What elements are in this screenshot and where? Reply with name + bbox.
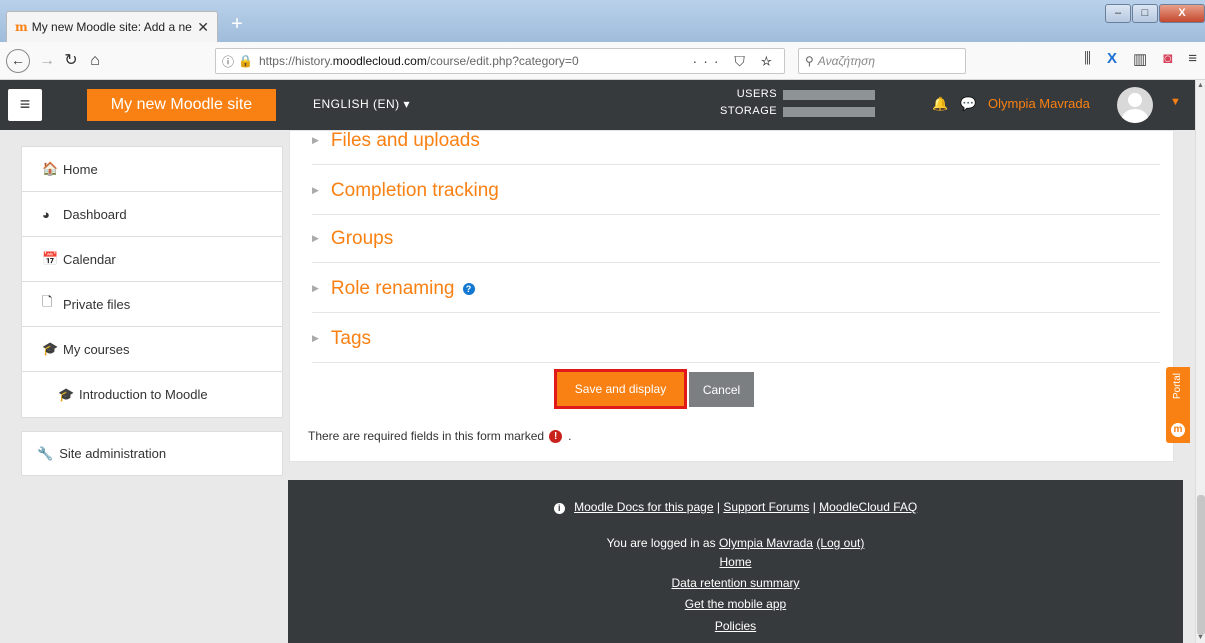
support-forums-link[interactable]: Support Forums (723, 500, 809, 514)
extension-x-icon[interactable]: X (1107, 50, 1117, 68)
page-scrollbar[interactable]: ▲ ▼ (1195, 80, 1205, 643)
header-icons: 🔔 💬 (932, 96, 976, 112)
menu-icon[interactable]: ≡ (1188, 50, 1197, 68)
new-tab-icon[interactable]: + (226, 13, 248, 35)
moodle-docs-link[interactable]: Moodle Docs for this page (574, 500, 713, 514)
page-footer: i Moodle Docs for this page | Support Fo… (288, 480, 1183, 643)
caret-right-icon: ▶ (312, 283, 319, 293)
nav-item-site-administration[interactable]: 🔧 Site administration (21, 431, 283, 476)
sidebar-icon[interactable]: ▥ (1133, 50, 1147, 68)
help-icon[interactable]: ? (462, 282, 475, 295)
section-files-and-uploads[interactable]: ▶ Files and uploads (312, 117, 1160, 165)
data-retention-link[interactable]: Data retention summary (671, 576, 799, 590)
footer-help-links: i Moodle Docs for this page | Support Fo… (288, 500, 1183, 514)
drawer-toggle-button[interactable]: ≡ (8, 89, 42, 121)
usage-meters: USERS STORAGE (720, 86, 876, 120)
nav-drawer: 🏠 Home ◕ Dashboard 📅 Calendar 🗋 Private file… (21, 146, 283, 418)
storage-bar (783, 106, 876, 117)
close-tab-icon[interactable]: ✕ (197, 19, 209, 36)
home-browser-icon[interactable]: ⌂ (84, 50, 106, 72)
section-role-renaming[interactable]: ▶ Role renaming? (312, 265, 1160, 313)
caret-right-icon: ▶ (312, 185, 319, 195)
wrench-icon: 🔧 (37, 445, 54, 461)
user-menu-caret-icon[interactable]: ▼ (1170, 96, 1181, 108)
caret-right-icon: ▶ (312, 333, 319, 343)
logged-in-info: You are logged in as Olympia Mavrada (Lo… (606, 536, 865, 550)
footer-home-link[interactable]: Home (719, 555, 751, 569)
search-placeholder: Αναζήτηση (817, 54, 876, 68)
section-tags[interactable]: ▶ Tags (312, 315, 1160, 363)
nav-item-home[interactable]: 🏠 Home (22, 147, 282, 192)
nav-item-course[interactable]: 🎓 Introduction to Moodle (22, 372, 282, 417)
info-icon: i (553, 503, 565, 514)
user-name[interactable]: Olympia Mavrada (988, 96, 1090, 111)
calendar-icon: 📅 (42, 251, 59, 266)
nav-item-private-files[interactable]: 🗋 Private files (22, 282, 282, 327)
tab-title: My new Moodle site: Add a ne (31, 20, 192, 34)
browser-search-input[interactable]: ⚲ Αναζήτηση (798, 48, 966, 74)
browser-navbar: ← → ↻ ⌂ ⓘ 🔒 https://history.moodlecloud.… (0, 42, 1205, 80)
home-icon: 🏠 (42, 161, 59, 176)
window-controls: – □ X (1104, 4, 1205, 24)
nav-item-dashboard[interactable]: ◕ Dashboard (22, 192, 282, 237)
forward-arrow-icon[interactable]: → (36, 50, 58, 72)
pocket-icon[interactable]: ◙ (1163, 50, 1172, 68)
close-window-button[interactable]: X (1159, 4, 1205, 23)
language-menu[interactable]: ENGLISH (EN) ▾ (313, 97, 410, 111)
moodle-logo-icon: m (1171, 423, 1185, 437)
mobile-app-link[interactable]: Get the mobile app (685, 597, 786, 611)
dashboard-icon: ◕ (42, 206, 50, 222)
portal-label: Portal (1172, 373, 1183, 400)
cancel-button[interactable]: Cancel (689, 372, 754, 407)
users-label: USERS (736, 88, 778, 100)
scrollbar-thumb[interactable] (1197, 495, 1205, 635)
required-fields-note: There are required fields in this form m… (308, 429, 572, 443)
policies-link[interactable]: Policies (715, 619, 756, 633)
message-icon[interactable]: 💬 (960, 96, 976, 112)
portal-tab[interactable]: Portal m (1166, 367, 1190, 443)
moodle-favicon-icon: m (15, 20, 28, 34)
save-and-display-button[interactable]: Save and display (554, 369, 687, 409)
minimize-button[interactable]: – (1105, 4, 1131, 23)
toolbar-right: ⫼ X ▥ ◙ ≡ (1084, 50, 1197, 68)
lock-icon: 🔒 (238, 54, 253, 68)
moodlecloud-faq-link[interactable]: MoodleCloud FAQ (819, 500, 917, 514)
page-actions-icons[interactable]: ··· ⛉ ☆ (693, 53, 778, 70)
bell-icon[interactable]: 🔔 (932, 96, 948, 112)
nav-item-my-courses[interactable]: 🎓 My courses (22, 327, 282, 372)
section-groups[interactable]: ▶ Groups (312, 215, 1160, 263)
scroll-down-icon[interactable]: ▼ (1197, 634, 1204, 641)
scroll-up-icon[interactable]: ▲ (1197, 82, 1204, 89)
logout-link[interactable]: (Log out) (816, 536, 864, 550)
site-name-button[interactable]: My new Moodle site (87, 89, 276, 121)
section-completion-tracking[interactable]: ▶ Completion tracking (312, 167, 1160, 215)
caret-right-icon: ▶ (312, 233, 319, 243)
browser-titlebar: m My new Moodle site: Add a ne ✕ + – □ X (0, 0, 1205, 42)
nav-item-calendar[interactable]: 📅 Calendar (22, 237, 282, 282)
users-bar (783, 89, 876, 100)
back-arrow-icon[interactable]: ← (6, 49, 30, 73)
browser-tab[interactable]: m My new Moodle site: Add a ne ✕ (6, 11, 218, 42)
graduation-cap-icon: 🎓 (42, 341, 59, 356)
course-edit-form: ▶ Files and uploads ▶ Completion tracking … (289, 130, 1174, 462)
address-bar[interactable]: ⓘ 🔒 https://history.moodlecloud.com/cour… (215, 48, 785, 74)
required-icon: ! (549, 429, 563, 443)
maximize-button[interactable]: □ (1132, 4, 1158, 23)
caret-right-icon: ▶ (312, 135, 319, 145)
info-icon[interactable]: ⓘ (222, 53, 234, 70)
reload-icon[interactable]: ↻ (60, 50, 82, 72)
url-text: https://history.moodlecloud.com/course/e… (258, 54, 579, 68)
profile-link[interactable]: Olympia Mavrada (719, 536, 813, 550)
graduation-cap-icon: 🎓 (58, 386, 75, 402)
file-icon: 🗋 (42, 294, 53, 309)
library-icon[interactable]: ⫼ (1084, 50, 1091, 68)
search-icon: ⚲ (805, 54, 814, 68)
